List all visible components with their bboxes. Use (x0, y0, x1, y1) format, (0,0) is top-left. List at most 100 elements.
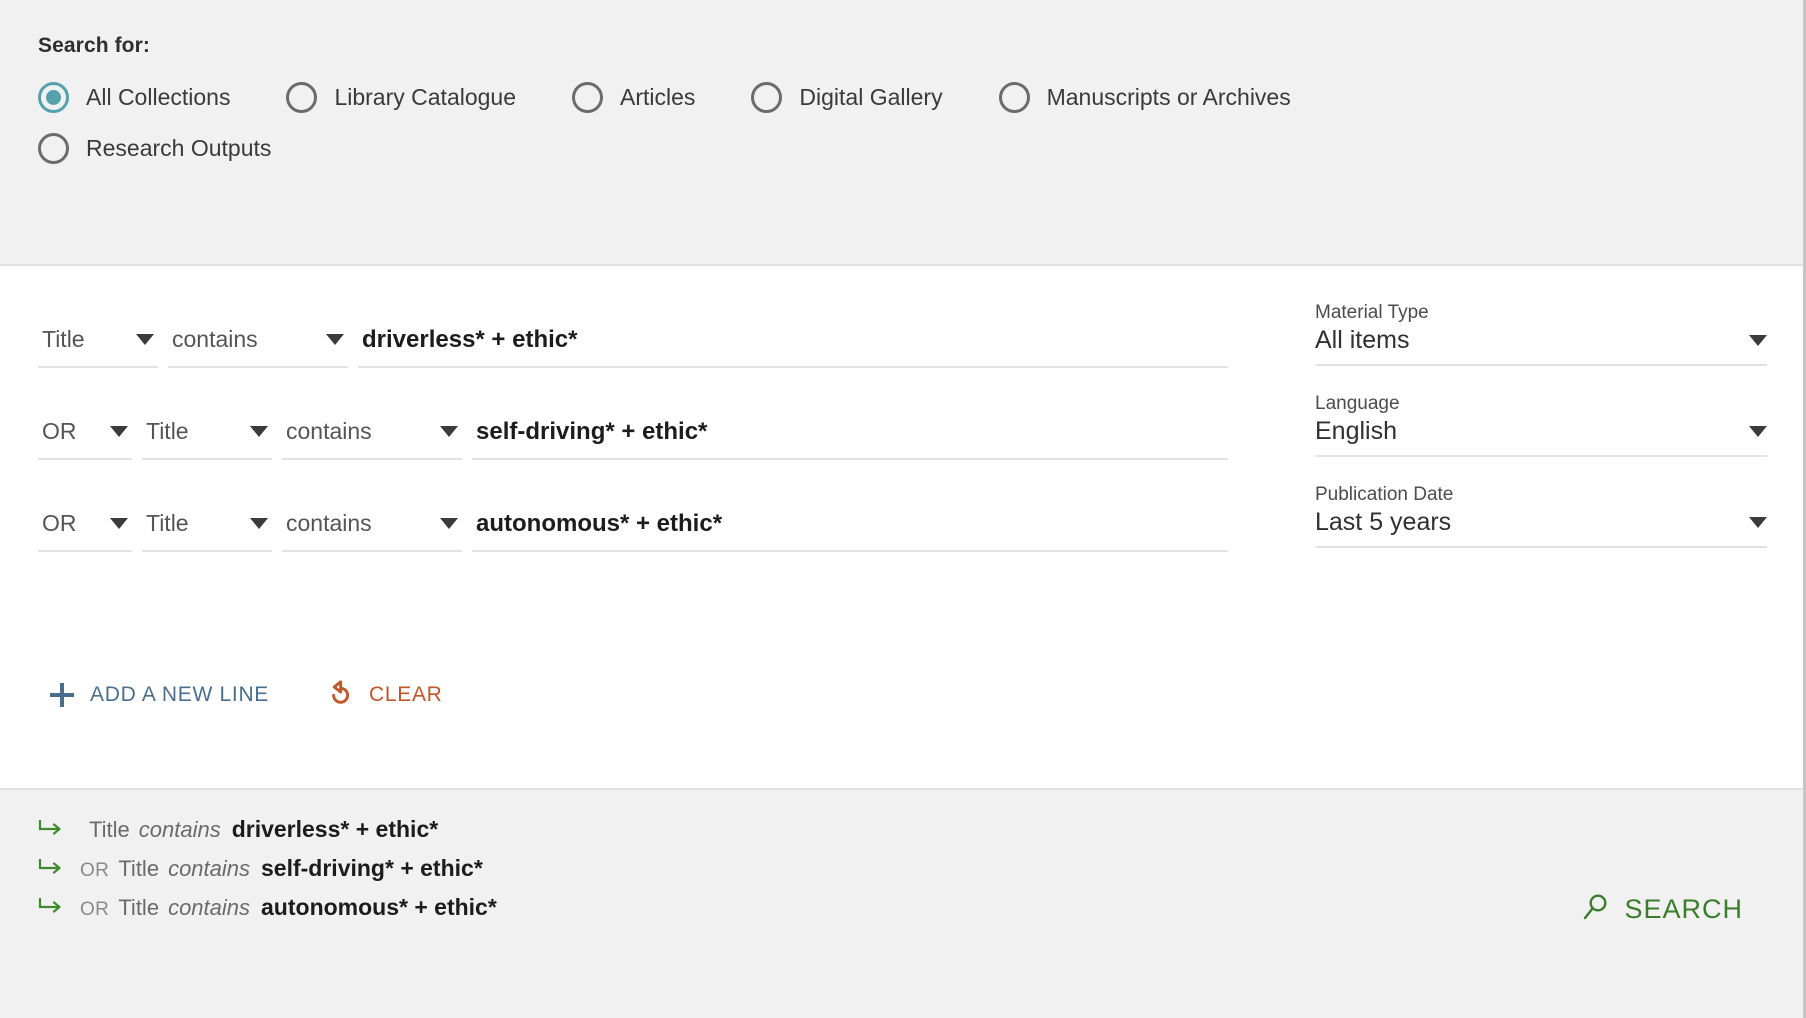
facet-dropdown[interactable]: All items (1315, 326, 1767, 366)
facet-label: Publication Date (1315, 484, 1454, 505)
radio-icon[interactable] (572, 82, 604, 113)
summary-term: driverless* + ethic* (231, 816, 439, 842)
summary-line: OR Title contains self-driving* + ethic* (38, 855, 1803, 882)
scope-option-articles[interactable]: Articles (572, 82, 695, 113)
scope-option-research-outputs[interactable]: Research Outputs (38, 133, 271, 164)
clear-button[interactable]: CLEAR (325, 680, 443, 710)
precision-dropdown[interactable]: contains (282, 414, 462, 460)
add-a-new-line-label: ADD A NEW LINE (90, 683, 270, 706)
scope-option-library-catalogue[interactable]: Library Catalogue (286, 82, 516, 113)
search-index-dropdown[interactable]: Title (38, 322, 158, 368)
facet-dropdown[interactable]: Last 5 years (1315, 508, 1767, 548)
facet-label: Language (1315, 393, 1400, 414)
summary-line: Title contains driverless* + ethic* (38, 816, 1803, 843)
criteria-row: OR Title contains autonomous* + ethic* (38, 498, 1228, 552)
scope-option-label: All Collections (86, 84, 231, 110)
clear-label: CLEAR (369, 683, 443, 706)
criteria-row: Title contains driverless* + ethic* (38, 314, 1228, 368)
search-term-value: self-driving* + ethic* (476, 417, 708, 445)
chevron-down-icon (440, 426, 458, 437)
chevron-down-icon (136, 334, 154, 345)
boolean-operator-dropdown[interactable]: OR (38, 506, 132, 552)
chevron-down-icon (250, 518, 268, 529)
scope-option-all-collections[interactable]: All Collections (38, 82, 230, 113)
radio-icon[interactable] (38, 133, 69, 164)
summary-precision: contains (168, 856, 251, 881)
summary-index: Title (118, 856, 160, 881)
plus-icon (50, 683, 74, 707)
scope-option-digital-gallery[interactable]: Digital Gallery (751, 82, 943, 113)
add-a-new-line-button[interactable]: ADD A NEW LINE (50, 683, 269, 707)
scope-option-manuscripts-or-archives[interactable]: Manuscripts or Archives (998, 82, 1291, 113)
criteria-row: OR Title contains self-driving* + ethic* (38, 406, 1228, 460)
facet-material-type: Material Type All items (1315, 302, 1767, 366)
facet-value: All items (1315, 326, 1410, 354)
query-summary-section: Title contains driverless* + ethic* OR T… (0, 788, 1803, 1018)
radio-icon[interactable] (286, 82, 318, 113)
summary-term: autonomous* + ethic* (261, 894, 497, 920)
arrow-right-hook-icon (38, 817, 64, 842)
precision-dropdown[interactable]: contains (282, 506, 462, 552)
search-term-input[interactable]: self-driving* + ethic* (472, 414, 1228, 460)
radio-icon[interactable] (998, 82, 1030, 113)
search-term-value: autonomous* + ethic* (476, 509, 723, 537)
chevron-down-icon (1749, 426, 1767, 437)
advanced-search-page: Search for: All Collections Library Cata… (0, 0, 1806, 1018)
search-index-value: Title (146, 510, 189, 536)
boolean-operator-dropdown[interactable]: OR (38, 414, 132, 460)
chevron-down-icon (440, 518, 458, 529)
search-index-dropdown[interactable]: Title (142, 414, 272, 460)
facet-label: Material Type (1315, 302, 1429, 323)
summary-index: Title (118, 895, 160, 920)
facet-dropdown[interactable]: English (1315, 417, 1767, 457)
chevron-down-icon (110, 518, 128, 529)
query-builder-section: Title contains driverless* + ethic* OR T… (0, 266, 1803, 788)
search-index-value: Title (42, 326, 85, 352)
summary-precision: contains (138, 817, 221, 842)
chevron-down-icon (110, 426, 128, 437)
summary-index: Title (89, 817, 130, 842)
precision-value: contains (172, 326, 258, 352)
scope-radio-row-2: Research Outputs (38, 133, 1803, 164)
arrow-right-hook-icon (38, 895, 64, 920)
criteria-list: Title contains driverless* + ethic* OR T… (38, 314, 1228, 590)
boolean-operator-value: OR (42, 510, 77, 536)
chevron-down-icon (326, 334, 344, 345)
search-term-input[interactable]: driverless* + ethic* (358, 322, 1228, 368)
scope-option-label: Manuscripts or Archives (1046, 84, 1291, 110)
search-index-value: Title (146, 418, 189, 444)
search-button-label: SEARCH (1624, 894, 1743, 924)
chevron-down-icon (1749, 517, 1767, 528)
chevron-down-icon (1749, 335, 1767, 346)
scope-option-label: Research Outputs (86, 135, 272, 161)
search-index-dropdown[interactable]: Title (142, 506, 272, 552)
facet-value: Last 5 years (1315, 508, 1452, 536)
radio-icon-selected[interactable] (38, 82, 69, 113)
facet-panel: Material Type All items Language English… (1315, 302, 1767, 575)
undo-icon (325, 680, 355, 710)
search-term-value: driverless* + ethic* (362, 325, 578, 353)
scope-radio-row-1: All Collections Library Catalogue Articl… (38, 82, 1803, 113)
summary-boolean: OR (80, 860, 110, 881)
search-scope-section: Search for: All Collections Library Cata… (0, 0, 1803, 266)
scope-option-label: Articles (620, 84, 696, 110)
boolean-operator-value: OR (42, 418, 77, 444)
precision-value: contains (286, 418, 372, 444)
facet-value: English (1315, 417, 1397, 445)
search-icon (1582, 893, 1610, 926)
summary-boolean: OR (80, 899, 110, 920)
facet-publication-date: Publication Date Last 5 years (1315, 484, 1767, 548)
precision-dropdown[interactable]: contains (168, 322, 348, 368)
summary-line: OR Title contains autonomous* + ethic* (38, 894, 1803, 921)
summary-term: self-driving* + ethic* (261, 855, 483, 881)
facet-language: Language English (1315, 393, 1767, 457)
radio-icon[interactable] (751, 82, 783, 113)
summary-precision: contains (168, 895, 251, 920)
scope-option-label: Library Catalogue (334, 84, 517, 110)
precision-value: contains (286, 510, 372, 536)
builder-actions: ADD A NEW LINE CLEAR (50, 680, 443, 710)
search-for-label: Search for: (38, 34, 150, 57)
search-button[interactable]: SEARCH (1582, 893, 1743, 926)
arrow-right-hook-icon (38, 856, 64, 881)
search-term-input[interactable]: autonomous* + ethic* (472, 506, 1228, 552)
